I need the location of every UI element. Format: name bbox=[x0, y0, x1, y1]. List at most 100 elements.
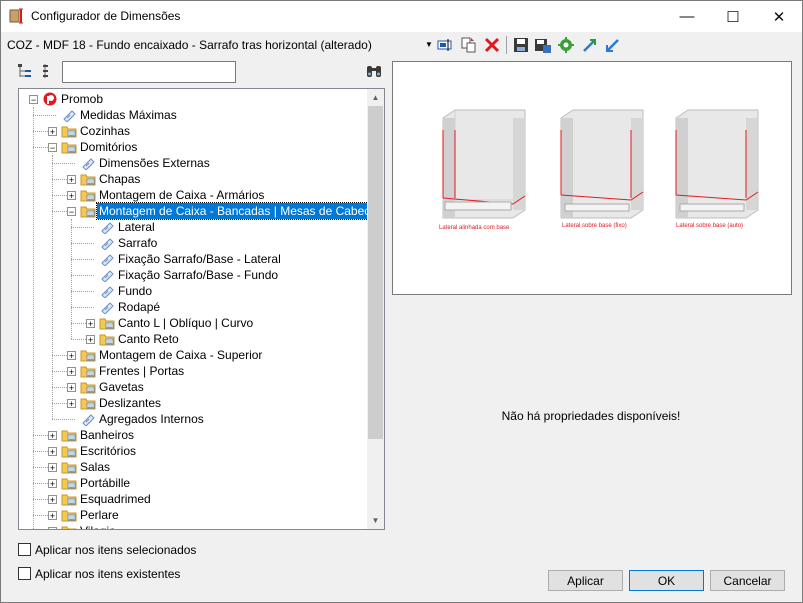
save-icon[interactable] bbox=[512, 36, 530, 54]
tree-guide-line bbox=[71, 227, 94, 228]
cancel-button[interactable]: Cancelar bbox=[710, 570, 785, 591]
folder-icon bbox=[61, 142, 77, 154]
tree-node-label: Canto Reto bbox=[118, 332, 179, 346]
tree-node-label: Montagem de Caixa - Bancadas | Mesas de … bbox=[95, 202, 367, 220]
tree-node-label: Sarrafo bbox=[118, 236, 158, 250]
tree-guide-line bbox=[71, 219, 72, 339]
tree-node-label: Salas bbox=[80, 460, 111, 474]
tree-node-label: Portábille bbox=[80, 476, 131, 490]
folder-icon bbox=[61, 446, 77, 458]
settings-gear-icon[interactable] bbox=[557, 36, 575, 54]
expand-node-icon[interactable]: + bbox=[67, 191, 76, 201]
maximize-button[interactable]: ☐ bbox=[710, 1, 756, 32]
tree-guide-line bbox=[71, 243, 94, 244]
expand-node-icon[interactable]: + bbox=[86, 319, 95, 329]
collapse-node-icon[interactable]: − bbox=[29, 95, 38, 105]
app-ruler-icon bbox=[9, 8, 23, 24]
tree-guide-line bbox=[71, 259, 94, 260]
copy-config-icon[interactable] bbox=[460, 36, 478, 54]
main-toolbar: COZ - MDF 18 - Fundo encaixado - Sarrafo… bbox=[1, 34, 802, 56]
expand-node-icon[interactable]: + bbox=[67, 367, 76, 377]
ok-button[interactable]: OK bbox=[629, 570, 704, 591]
folder-icon bbox=[61, 478, 77, 490]
apply-selected-label[interactable]: Aplicar nos itens selecionados bbox=[35, 543, 196, 557]
cabinet-1 bbox=[442, 109, 526, 219]
tree-node-label: Fixação Sarrafo/Base - Fundo bbox=[118, 268, 279, 282]
expand-node-icon[interactable]: + bbox=[48, 463, 57, 473]
expand-node-icon[interactable]: + bbox=[67, 399, 76, 409]
expand-node-icon[interactable]: + bbox=[48, 479, 57, 489]
tree-node-label: Chapas bbox=[99, 172, 141, 186]
search-input[interactable] bbox=[62, 61, 236, 83]
folder-icon bbox=[61, 494, 77, 506]
folder-icon bbox=[99, 334, 115, 346]
expand-node-icon[interactable]: + bbox=[67, 383, 76, 393]
expand-node-icon[interactable]: + bbox=[48, 431, 57, 441]
tree-node-label: Medidas Máximas bbox=[80, 108, 177, 122]
expand-node-icon[interactable]: + bbox=[48, 127, 57, 137]
tree-node-label: Frentes | Portas bbox=[99, 364, 185, 378]
apply-existing-checkbox[interactable] bbox=[18, 567, 31, 580]
tree-node-label: Canto L | Oblíquo | Curvo bbox=[118, 316, 254, 330]
measure-tag-icon bbox=[63, 110, 76, 122]
dialog-window: Configurador de Dimensões — ☐ ✕ COZ - MD… bbox=[0, 0, 803, 603]
cabinet-3 bbox=[675, 109, 759, 219]
folder-icon bbox=[99, 318, 115, 330]
configuration-tree[interactable]: − Promob Medidas Máximas + Cozinhas − Domitóri… bbox=[18, 88, 385, 530]
folder-icon bbox=[80, 382, 96, 394]
no-properties-message: Não há propriedades disponíveis! bbox=[501, 409, 681, 423]
close-button[interactable]: ✕ bbox=[756, 1, 802, 32]
folder-icon bbox=[80, 398, 96, 410]
tree-node-label: Lateral bbox=[118, 220, 155, 234]
expand-node-icon[interactable]: + bbox=[48, 527, 57, 529]
folder-icon bbox=[80, 190, 96, 202]
import-icon[interactable] bbox=[581, 36, 599, 54]
collapse-node-icon[interactable]: − bbox=[48, 143, 57, 153]
combo-value: COZ - MDF 18 - Fundo encaixado - Sarrafo… bbox=[7, 38, 372, 52]
rename-icon[interactable] bbox=[436, 36, 454, 54]
save-as-icon[interactable] bbox=[534, 36, 552, 54]
expand-node-icon[interactable]: + bbox=[67, 175, 76, 185]
tree-node-label: Montagem de Caixa - Armários bbox=[99, 188, 265, 202]
measure-tag-icon bbox=[82, 414, 95, 426]
minimize-button[interactable]: — bbox=[664, 1, 710, 32]
apply-button[interactable]: Aplicar bbox=[548, 570, 623, 591]
apply-selected-checkbox[interactable] bbox=[18, 543, 31, 556]
measure-tag-icon bbox=[101, 254, 114, 266]
configuration-combo[interactable]: COZ - MDF 18 - Fundo encaixado - Sarrafo… bbox=[5, 35, 433, 55]
tree-node-label: Montagem de Caixa - Superior bbox=[99, 348, 263, 362]
tree-guide-line bbox=[71, 291, 94, 292]
tree-node-label: Cozinhas bbox=[80, 124, 131, 138]
tree-node-label: Domitórios bbox=[80, 140, 138, 154]
apply-existing-label[interactable]: Aplicar nos itens existentes bbox=[35, 567, 180, 581]
expand-node-icon[interactable]: + bbox=[48, 495, 57, 505]
delete-icon[interactable] bbox=[483, 36, 501, 54]
export-icon[interactable] bbox=[604, 36, 622, 54]
folder-icon bbox=[61, 510, 77, 522]
expand-tree-icon[interactable] bbox=[17, 63, 33, 79]
binoculars-find-icon[interactable] bbox=[365, 63, 383, 79]
scroll-down-icon[interactable]: ▼ bbox=[367, 512, 384, 529]
tree-node-label: Rodapé bbox=[118, 300, 161, 314]
measure-tag-icon bbox=[82, 158, 95, 170]
collapse-node-icon[interactable]: − bbox=[67, 207, 76, 217]
tree-node-label: Vilagio bbox=[78, 523, 118, 529]
scroll-up-icon[interactable]: ▲ bbox=[367, 89, 384, 106]
preview-caption-3: Lateral sobre base (auto) bbox=[676, 223, 744, 229]
tree-node-label: Fixação Sarrafo/Base - Lateral bbox=[118, 252, 281, 266]
scrollbar-thumb[interactable] bbox=[368, 106, 383, 439]
tree-vertical-scrollbar[interactable]: ▲ ▼ bbox=[367, 89, 384, 529]
tree-guide-line bbox=[71, 307, 94, 308]
combo-dropdown-icon[interactable]: ▼ bbox=[425, 35, 433, 55]
expand-node-icon[interactable]: + bbox=[48, 511, 57, 521]
tree-content: − Promob Medidas Máximas + Cozinhas − Domitóri… bbox=[19, 89, 367, 529]
tree-node-label: Escritórios bbox=[80, 444, 137, 458]
folder-icon bbox=[80, 206, 96, 218]
expand-node-icon[interactable]: + bbox=[48, 447, 57, 457]
tree-node-label: Promob bbox=[61, 92, 104, 106]
collapse-tree-icon[interactable] bbox=[41, 63, 55, 79]
expand-node-icon[interactable]: + bbox=[67, 351, 76, 361]
tree-guide-line bbox=[33, 115, 56, 116]
expand-node-icon[interactable]: + bbox=[86, 335, 95, 345]
title-bar[interactable]: Configurador de Dimensões — ☐ ✕ bbox=[1, 1, 802, 32]
